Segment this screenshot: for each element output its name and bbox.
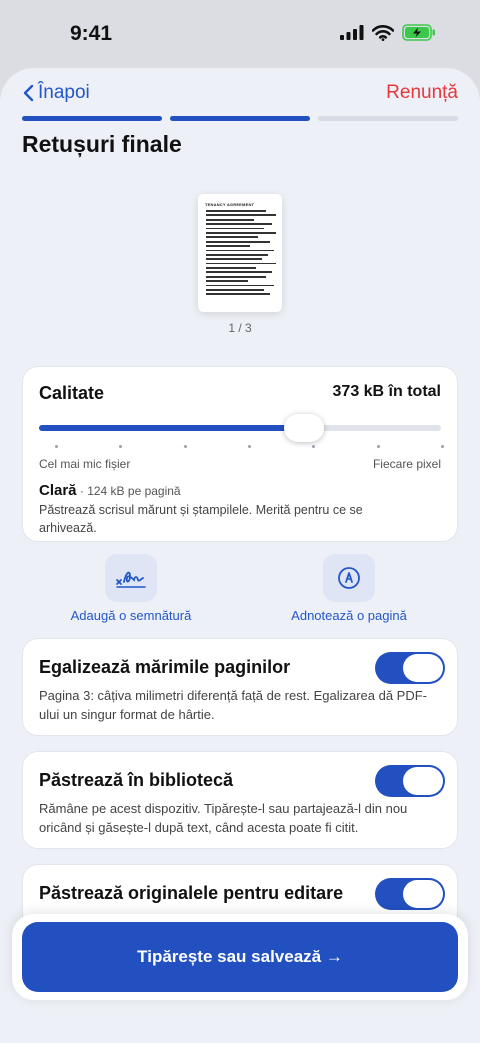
page-indicator: 1 / 3 (228, 321, 252, 335)
preset-size: · 124 kB pe pagină (76, 484, 181, 498)
document-line (206, 275, 266, 278)
chevron-left-icon (23, 84, 34, 102)
document-line (206, 284, 274, 287)
document-text-lines (206, 210, 276, 298)
document-line (206, 271, 272, 274)
status-icons (340, 24, 436, 41)
document-line (206, 218, 254, 221)
add-signature-label: Adaugă o semnătură (70, 608, 192, 623)
document-line (206, 231, 276, 234)
annotate-page-label: Adnotează o pagină (291, 608, 407, 623)
document-line (206, 289, 264, 291)
document-thumbnail[interactable]: TENANCY AGREEMENT (198, 194, 282, 312)
annotate-page-button[interactable]: Adnotează o pagină (274, 554, 424, 623)
document-heading: TENANCY AGREEMENT (205, 202, 255, 207)
battery-charging-icon (402, 24, 435, 41)
quality-slider-fill (39, 425, 305, 431)
signature-icon (116, 571, 146, 588)
slider-min-label: Cel mai mic fișier (39, 457, 131, 471)
keep-originals-toggle[interactable] (375, 878, 445, 910)
back-button[interactable]: Înapoi (22, 82, 90, 104)
quality-preset: Clară · 124 kB pe pagină (39, 482, 181, 499)
footer-bar: Tipărește sau salvează → (12, 914, 468, 1000)
quality-card: Calitate 373 kB în total Cel mai mic fiș… (22, 366, 458, 542)
cancel-button[interactable]: Renunță (386, 82, 458, 104)
signature-icon-box (105, 554, 157, 602)
slider-tick (248, 445, 252, 448)
progress-step-2 (170, 116, 310, 121)
keep-in-library-toggle[interactable] (375, 765, 445, 797)
keep-in-library-desc: Rămâne pe acest dispozitiv. Tipărește-l … (39, 801, 408, 835)
keep-in-library-title: Păstrează în bibliotecă (39, 770, 234, 790)
document-line (206, 293, 270, 296)
quality-slider-ticks (39, 445, 444, 448)
slider-tick (55, 445, 59, 448)
slider-tick (119, 445, 123, 448)
sheet: Înapoi Renunță Retușuri finale TENANCY A… (0, 68, 480, 1043)
document-line (206, 245, 250, 247)
equalize-pages-desc: Pagina 3: câțiva milimetri diferență faț… (39, 688, 428, 722)
document-line (206, 258, 262, 261)
progress-step-3 (318, 116, 458, 121)
status-time: 9:41 (70, 22, 113, 45)
markup-pen-icon (338, 567, 360, 589)
quality-label: Calitate (39, 383, 105, 403)
document-line (206, 210, 266, 212)
document-line (206, 280, 248, 283)
document-line (206, 227, 264, 230)
status-bar: 9:41 (0, 0, 480, 70)
document-line (206, 223, 272, 225)
quick-actions: Adaugă o semnătură Adnotează o pagină (0, 554, 480, 628)
equalize-pages-toggle[interactable] (375, 652, 445, 684)
wifi-icon (372, 24, 394, 41)
slider-tick (312, 445, 316, 448)
equalize-pages-card: Egalizează mărimile paginilor Pagina 3: … (22, 638, 458, 736)
toggle-knob (403, 880, 443, 908)
keep-originals-title: Păstrează originalele pentru editare (39, 883, 344, 903)
document-line (206, 236, 258, 239)
keep-in-library-card: Păstrează în bibliotecă Rămâne pe acest … (22, 751, 458, 849)
slider-tick (183, 445, 187, 448)
preset-name: Clară (39, 482, 77, 499)
progress-step-1 (22, 116, 162, 121)
cellular-signal-icon (340, 25, 364, 40)
back-label: Înapoi (38, 82, 90, 103)
step-progress (22, 116, 458, 121)
preset-description: Păstrează scrisul mărunt și ștampilele. … (39, 503, 363, 535)
document-line (206, 249, 274, 252)
quality-slider-thumb[interactable] (284, 414, 325, 442)
quality-slider[interactable] (39, 414, 441, 442)
slider-tick (376, 445, 380, 448)
markup-icon-box (323, 554, 375, 602)
toggle-knob (403, 654, 443, 682)
add-signature-button[interactable]: Adaugă o semnătură (56, 554, 206, 623)
quality-total-size: 373 kB în total (332, 383, 441, 400)
page-title: Retușuri finale (22, 131, 182, 157)
toggle-knob (403, 767, 443, 795)
slider-max-label: Fiecare pixel (372, 457, 441, 471)
document-line (206, 262, 276, 265)
document-line (206, 267, 256, 269)
slider-tick (441, 445, 444, 448)
equalize-pages-title: Egalizează mărimile paginilor (39, 657, 291, 677)
print-or-save-button[interactable]: Tipărește sau salvează → (22, 922, 458, 992)
document-line (206, 253, 268, 256)
document-line (206, 240, 270, 243)
document-line (206, 214, 276, 217)
